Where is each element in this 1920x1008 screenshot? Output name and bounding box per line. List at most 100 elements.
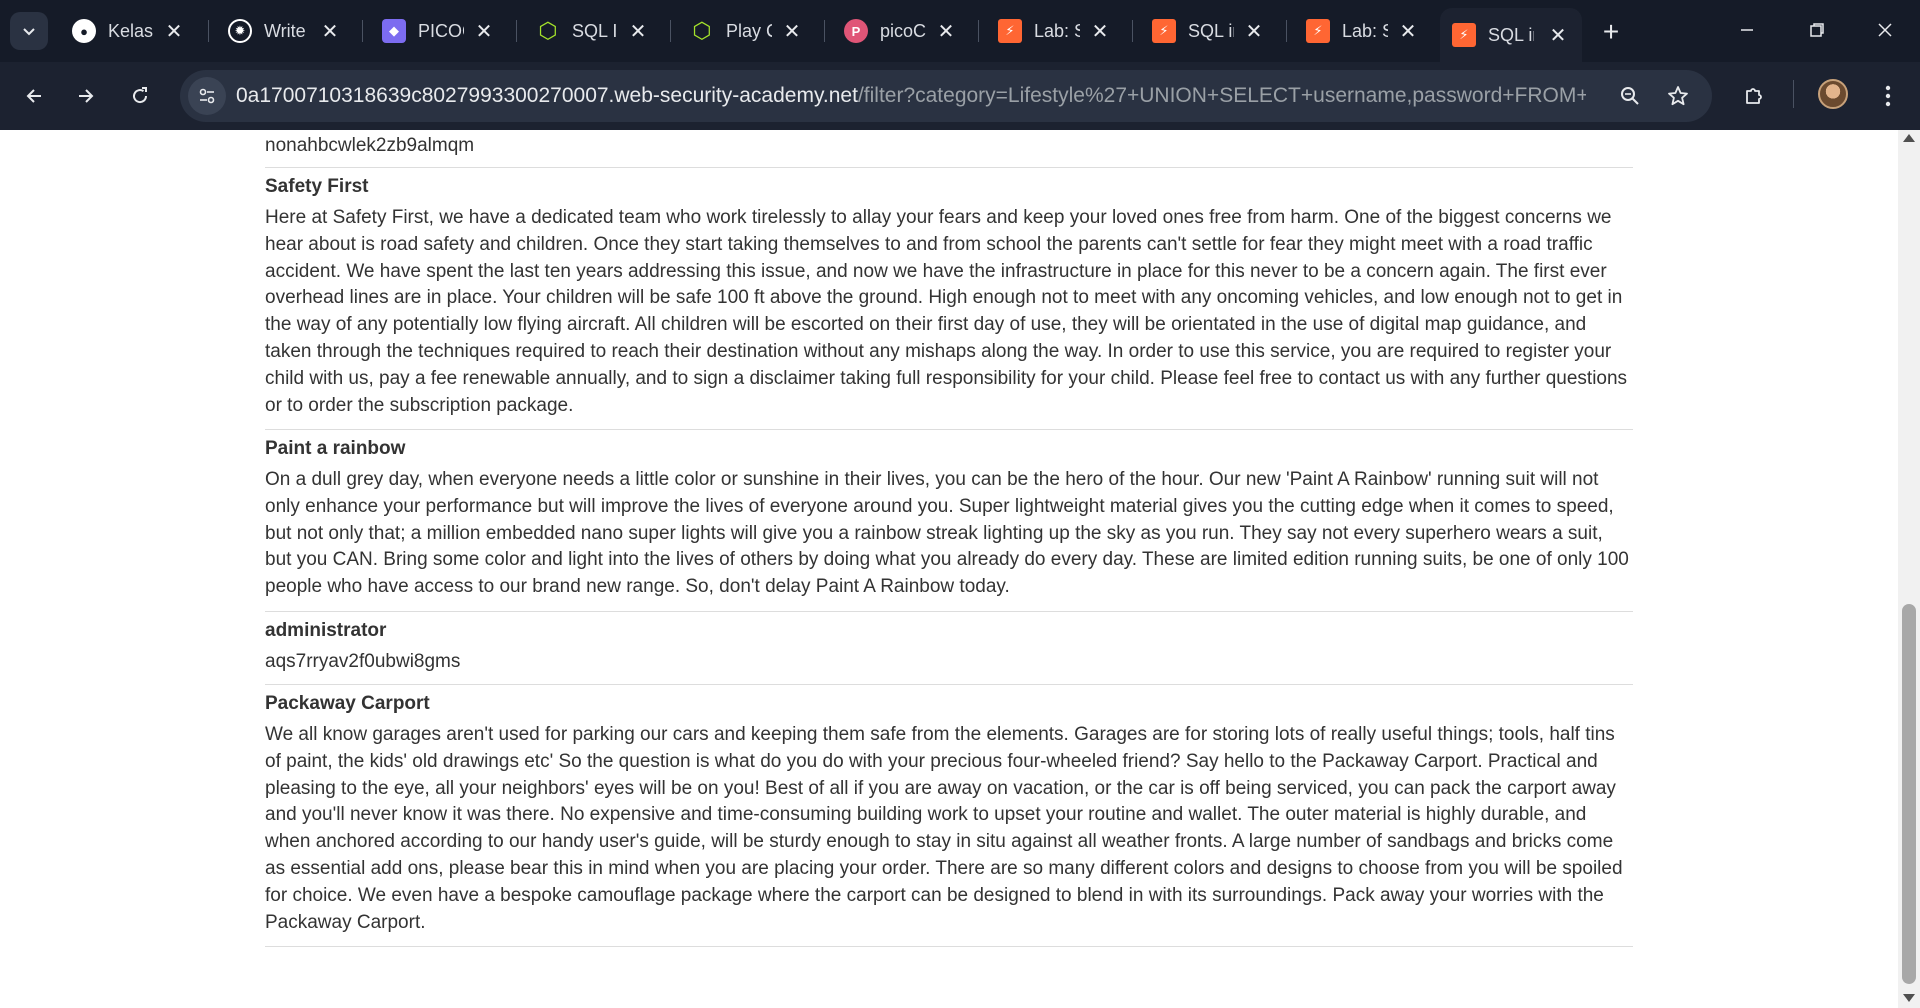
tab-title: Lab: S bbox=[1342, 20, 1388, 41]
row-heading: Paint a rainbow bbox=[265, 438, 406, 459]
row-body: aqs7rryav2f0ubwi8gms bbox=[265, 651, 461, 672]
cube-icon: ⬡ bbox=[538, 18, 558, 43]
close-icon[interactable]: ✕ bbox=[1088, 19, 1112, 43]
close-window-button[interactable] bbox=[1860, 10, 1910, 50]
row-body: nonahbcwlek2zb9almqm bbox=[265, 135, 475, 156]
portswigger-icon: ⚡ bbox=[1152, 19, 1176, 43]
tab-title: Write bbox=[264, 20, 306, 41]
table-row: Paint a rainbow On a dull grey day, when… bbox=[265, 430, 1633, 612]
zoom-button[interactable] bbox=[1614, 80, 1646, 112]
close-icon[interactable]: ✕ bbox=[318, 19, 342, 43]
url-path: /filter?category=Lifestyle%27+UNION+SELE… bbox=[857, 84, 1586, 107]
tab-title: Play C bbox=[726, 20, 772, 41]
tab-title: Kelas bbox=[108, 20, 154, 41]
row-body: We all know garages aren't used for park… bbox=[265, 724, 1623, 933]
github-icon: ● bbox=[72, 19, 96, 43]
close-icon[interactable]: ✕ bbox=[626, 19, 650, 43]
site-info-button[interactable] bbox=[188, 77, 226, 115]
scrollbar-thumb[interactable] bbox=[1902, 604, 1916, 984]
tab-5[interactable]: P picoC ✕ bbox=[832, 8, 970, 54]
tab-8[interactable]: ⚡ Lab: S ✕ bbox=[1294, 8, 1432, 54]
tab-separator bbox=[208, 20, 209, 42]
address-bar[interactable]: 0a1700710318639c8027993300270007.web-sec… bbox=[180, 70, 1712, 122]
cube-icon: ⬡ bbox=[692, 18, 712, 43]
tab-separator bbox=[978, 20, 979, 42]
tab-1[interactable]: ✹ Write ✕ bbox=[216, 8, 354, 54]
results-table: nonahbcwlek2zb9almqm Safety First Here a… bbox=[265, 130, 1633, 947]
back-button[interactable] bbox=[14, 76, 54, 116]
table-row: administrator aqs7rryav2f0ubwi8gms bbox=[265, 612, 1633, 685]
tab-title: SQL ir bbox=[1488, 24, 1534, 45]
bookmark-button[interactable] bbox=[1662, 80, 1694, 112]
reload-icon bbox=[133, 87, 148, 104]
tab-6[interactable]: ⚡ Lab: S ✕ bbox=[986, 8, 1124, 54]
close-icon[interactable]: ✕ bbox=[162, 19, 186, 43]
tab-separator bbox=[824, 20, 825, 42]
tab-strip: ● Kelas ✕ ✹ Write ✕ ◆ PICOC ✕ ⬡ SQL Ir ✕… bbox=[0, 0, 1920, 62]
forward-button[interactable] bbox=[66, 76, 106, 116]
table-row: Packaway Carport We all know garages are… bbox=[265, 685, 1633, 947]
tab-search-button[interactable] bbox=[10, 12, 48, 50]
scroll-down-arrow-icon[interactable] bbox=[1903, 994, 1915, 1002]
browser-chrome: ● Kelas ✕ ✹ Write ✕ ◆ PICOC ✕ ⬡ SQL Ir ✕… bbox=[0, 0, 1920, 130]
reload-button[interactable] bbox=[120, 76, 160, 116]
tab-separator bbox=[1132, 20, 1133, 42]
close-icon[interactable]: ✕ bbox=[1396, 19, 1420, 43]
row-body: On a dull grey day, when everyone needs … bbox=[265, 469, 1629, 598]
picoctf-icon: ◆ bbox=[382, 19, 406, 43]
tab-0[interactable]: ● Kelas ✕ bbox=[60, 8, 198, 54]
tab-title: picoC bbox=[880, 20, 926, 41]
close-icon bbox=[1878, 23, 1892, 37]
table-row: Safety First Here at Safety First, we ha… bbox=[265, 168, 1633, 430]
tab-2[interactable]: ◆ PICOC ✕ bbox=[370, 8, 508, 54]
scroll-up-arrow-icon[interactable] bbox=[1903, 134, 1915, 142]
row-heading: Safety First bbox=[265, 176, 369, 197]
tab-title: PICOC bbox=[418, 20, 464, 41]
menu-button[interactable] bbox=[1868, 76, 1908, 116]
tab-7[interactable]: ⚡ SQL ir ✕ bbox=[1140, 8, 1278, 54]
puzzle-icon bbox=[1746, 88, 1762, 104]
page-viewport: nonahbcwlek2zb9almqm Safety First Here a… bbox=[0, 130, 1898, 1008]
star-icon bbox=[1668, 86, 1688, 106]
tab-separator bbox=[670, 20, 671, 42]
table-row: nonahbcwlek2zb9almqm bbox=[265, 130, 1633, 168]
more-vertical-icon bbox=[1885, 85, 1891, 107]
tab-title: SQL ir bbox=[1188, 20, 1234, 41]
tab-title: Lab: S bbox=[1034, 20, 1080, 41]
tab-separator bbox=[516, 20, 517, 42]
profile-avatar[interactable] bbox=[1818, 79, 1848, 109]
vertical-scrollbar[interactable] bbox=[1898, 130, 1920, 1008]
tab-separator bbox=[1286, 20, 1287, 42]
portswigger-icon: ⚡ bbox=[1306, 19, 1330, 43]
arrow-right-icon bbox=[79, 89, 94, 103]
close-icon[interactable]: ✕ bbox=[1242, 19, 1266, 43]
tune-icon bbox=[199, 88, 215, 104]
arrow-left-icon bbox=[26, 89, 41, 103]
close-icon[interactable]: ✕ bbox=[780, 19, 804, 43]
plus-icon: + bbox=[1602, 16, 1620, 47]
close-icon[interactable]: ✕ bbox=[934, 19, 958, 43]
restore-button[interactable] bbox=[1792, 10, 1842, 50]
url-text[interactable]: 0a1700710318639c8027993300270007.web-sec… bbox=[236, 84, 1586, 110]
close-icon[interactable]: ✕ bbox=[1546, 23, 1570, 47]
row-heading: Packaway Carport bbox=[265, 693, 430, 714]
tab-9-active[interactable]: ⚡ SQL ir ✕ bbox=[1440, 8, 1582, 62]
picoctf-icon: P bbox=[844, 19, 868, 43]
openai-icon: ✹ bbox=[228, 19, 252, 43]
toolbar: 0a1700710318639c8027993300270007.web-sec… bbox=[0, 62, 1920, 130]
tab-separator bbox=[362, 20, 363, 42]
new-tab-button[interactable]: + bbox=[1593, 14, 1629, 50]
url-host: 0a1700710318639c8027993300270007.web-sec… bbox=[236, 84, 858, 107]
tab-3[interactable]: ⬡ SQL Ir ✕ bbox=[524, 8, 662, 54]
toolbar-divider bbox=[1793, 80, 1794, 108]
row-heading: administrator bbox=[265, 620, 387, 641]
tab-4[interactable]: ⬡ Play C ✕ bbox=[678, 8, 816, 54]
chevron-down-icon bbox=[23, 28, 35, 36]
minimize-button[interactable] bbox=[1722, 10, 1772, 50]
extensions-button[interactable] bbox=[1734, 76, 1774, 116]
restore-icon bbox=[1810, 23, 1824, 37]
zoom-icon bbox=[1621, 87, 1639, 105]
portswigger-icon: ⚡ bbox=[1452, 23, 1476, 47]
close-icon[interactable]: ✕ bbox=[472, 19, 496, 43]
minimize-icon bbox=[1741, 29, 1753, 31]
